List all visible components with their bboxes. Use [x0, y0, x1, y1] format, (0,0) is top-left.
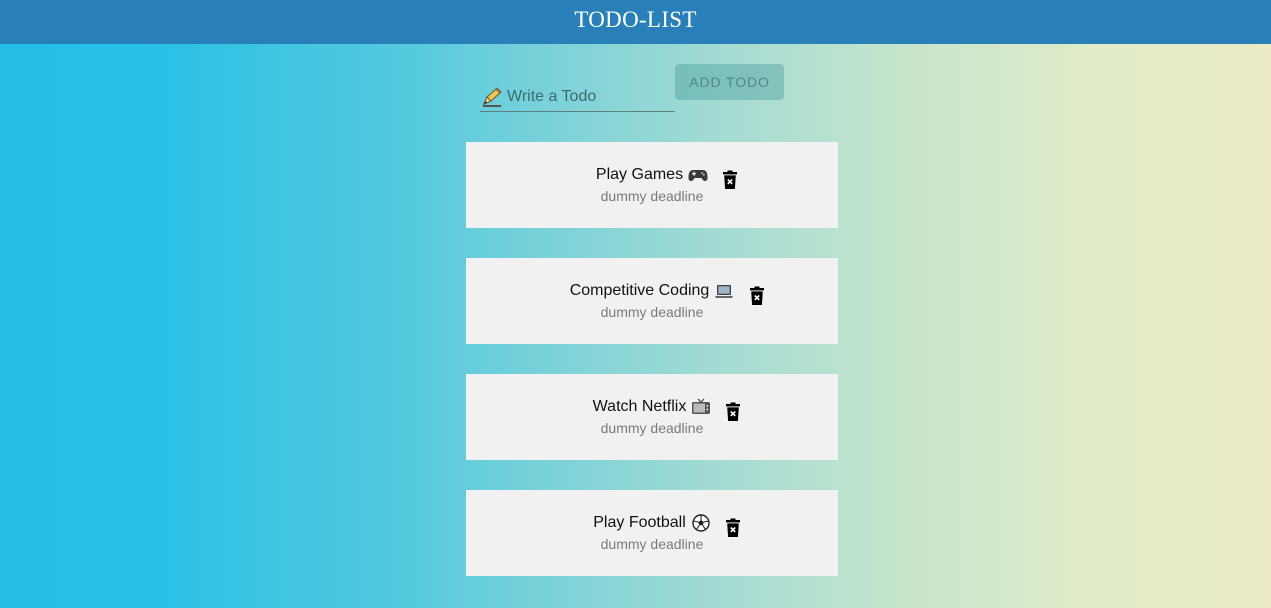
todo-input-wrapper: [480, 80, 675, 112]
laptop-icon: [715, 284, 734, 298]
todo-deadline: dummy deadline: [600, 304, 704, 320]
todo-title: Watch Netflix: [593, 397, 712, 416]
todo-text: Competitive Coding dummy deadline: [570, 281, 735, 344]
pencil-icon: [483, 86, 502, 107]
add-todo-button[interactable]: ADD TODO: [675, 64, 784, 100]
soccer-ball-icon: [692, 513, 710, 532]
todo-title-text: Play Games: [595, 166, 684, 183]
delete-icon[interactable]: [725, 402, 741, 422]
todo-list: Play Games dummy deadline Competitive Co…: [466, 142, 838, 606]
todo-title: Competitive Coding: [570, 281, 735, 300]
todo-title-text: Competitive Coding: [569, 282, 710, 299]
delete-icon[interactable]: [725, 518, 741, 538]
todo-title-text: Play Football: [593, 514, 686, 531]
todo-input[interactable]: [507, 87, 672, 106]
app-header: TODO-LIST: [0, 0, 1271, 44]
todo-item: Play Football dummy deadline: [466, 490, 838, 576]
todo-title-text: Watch Netflix: [592, 398, 687, 415]
television-icon: [692, 398, 711, 414]
todo-text: Watch Netflix dummy deadline: [593, 397, 712, 460]
todo-deadline: dummy deadline: [600, 188, 704, 204]
todo-deadline: dummy deadline: [600, 536, 704, 552]
delete-icon[interactable]: [722, 170, 738, 190]
delete-icon[interactable]: [749, 286, 765, 306]
todo-deadline: dummy deadline: [600, 420, 704, 436]
game-controller-icon: [688, 169, 708, 181]
todo-title: Play Games: [596, 165, 708, 184]
todo-item: Play Games dummy deadline: [466, 142, 838, 228]
todo-item: Watch Netflix dummy deadline: [466, 374, 838, 460]
page-title: TODO-LIST: [574, 7, 697, 32]
todo-text: Play Games dummy deadline: [596, 165, 708, 228]
todo-text: Play Football dummy deadline: [593, 513, 711, 576]
todo-item: Competitive Coding dummy deadline: [466, 258, 838, 344]
todo-title: Play Football: [593, 513, 711, 532]
